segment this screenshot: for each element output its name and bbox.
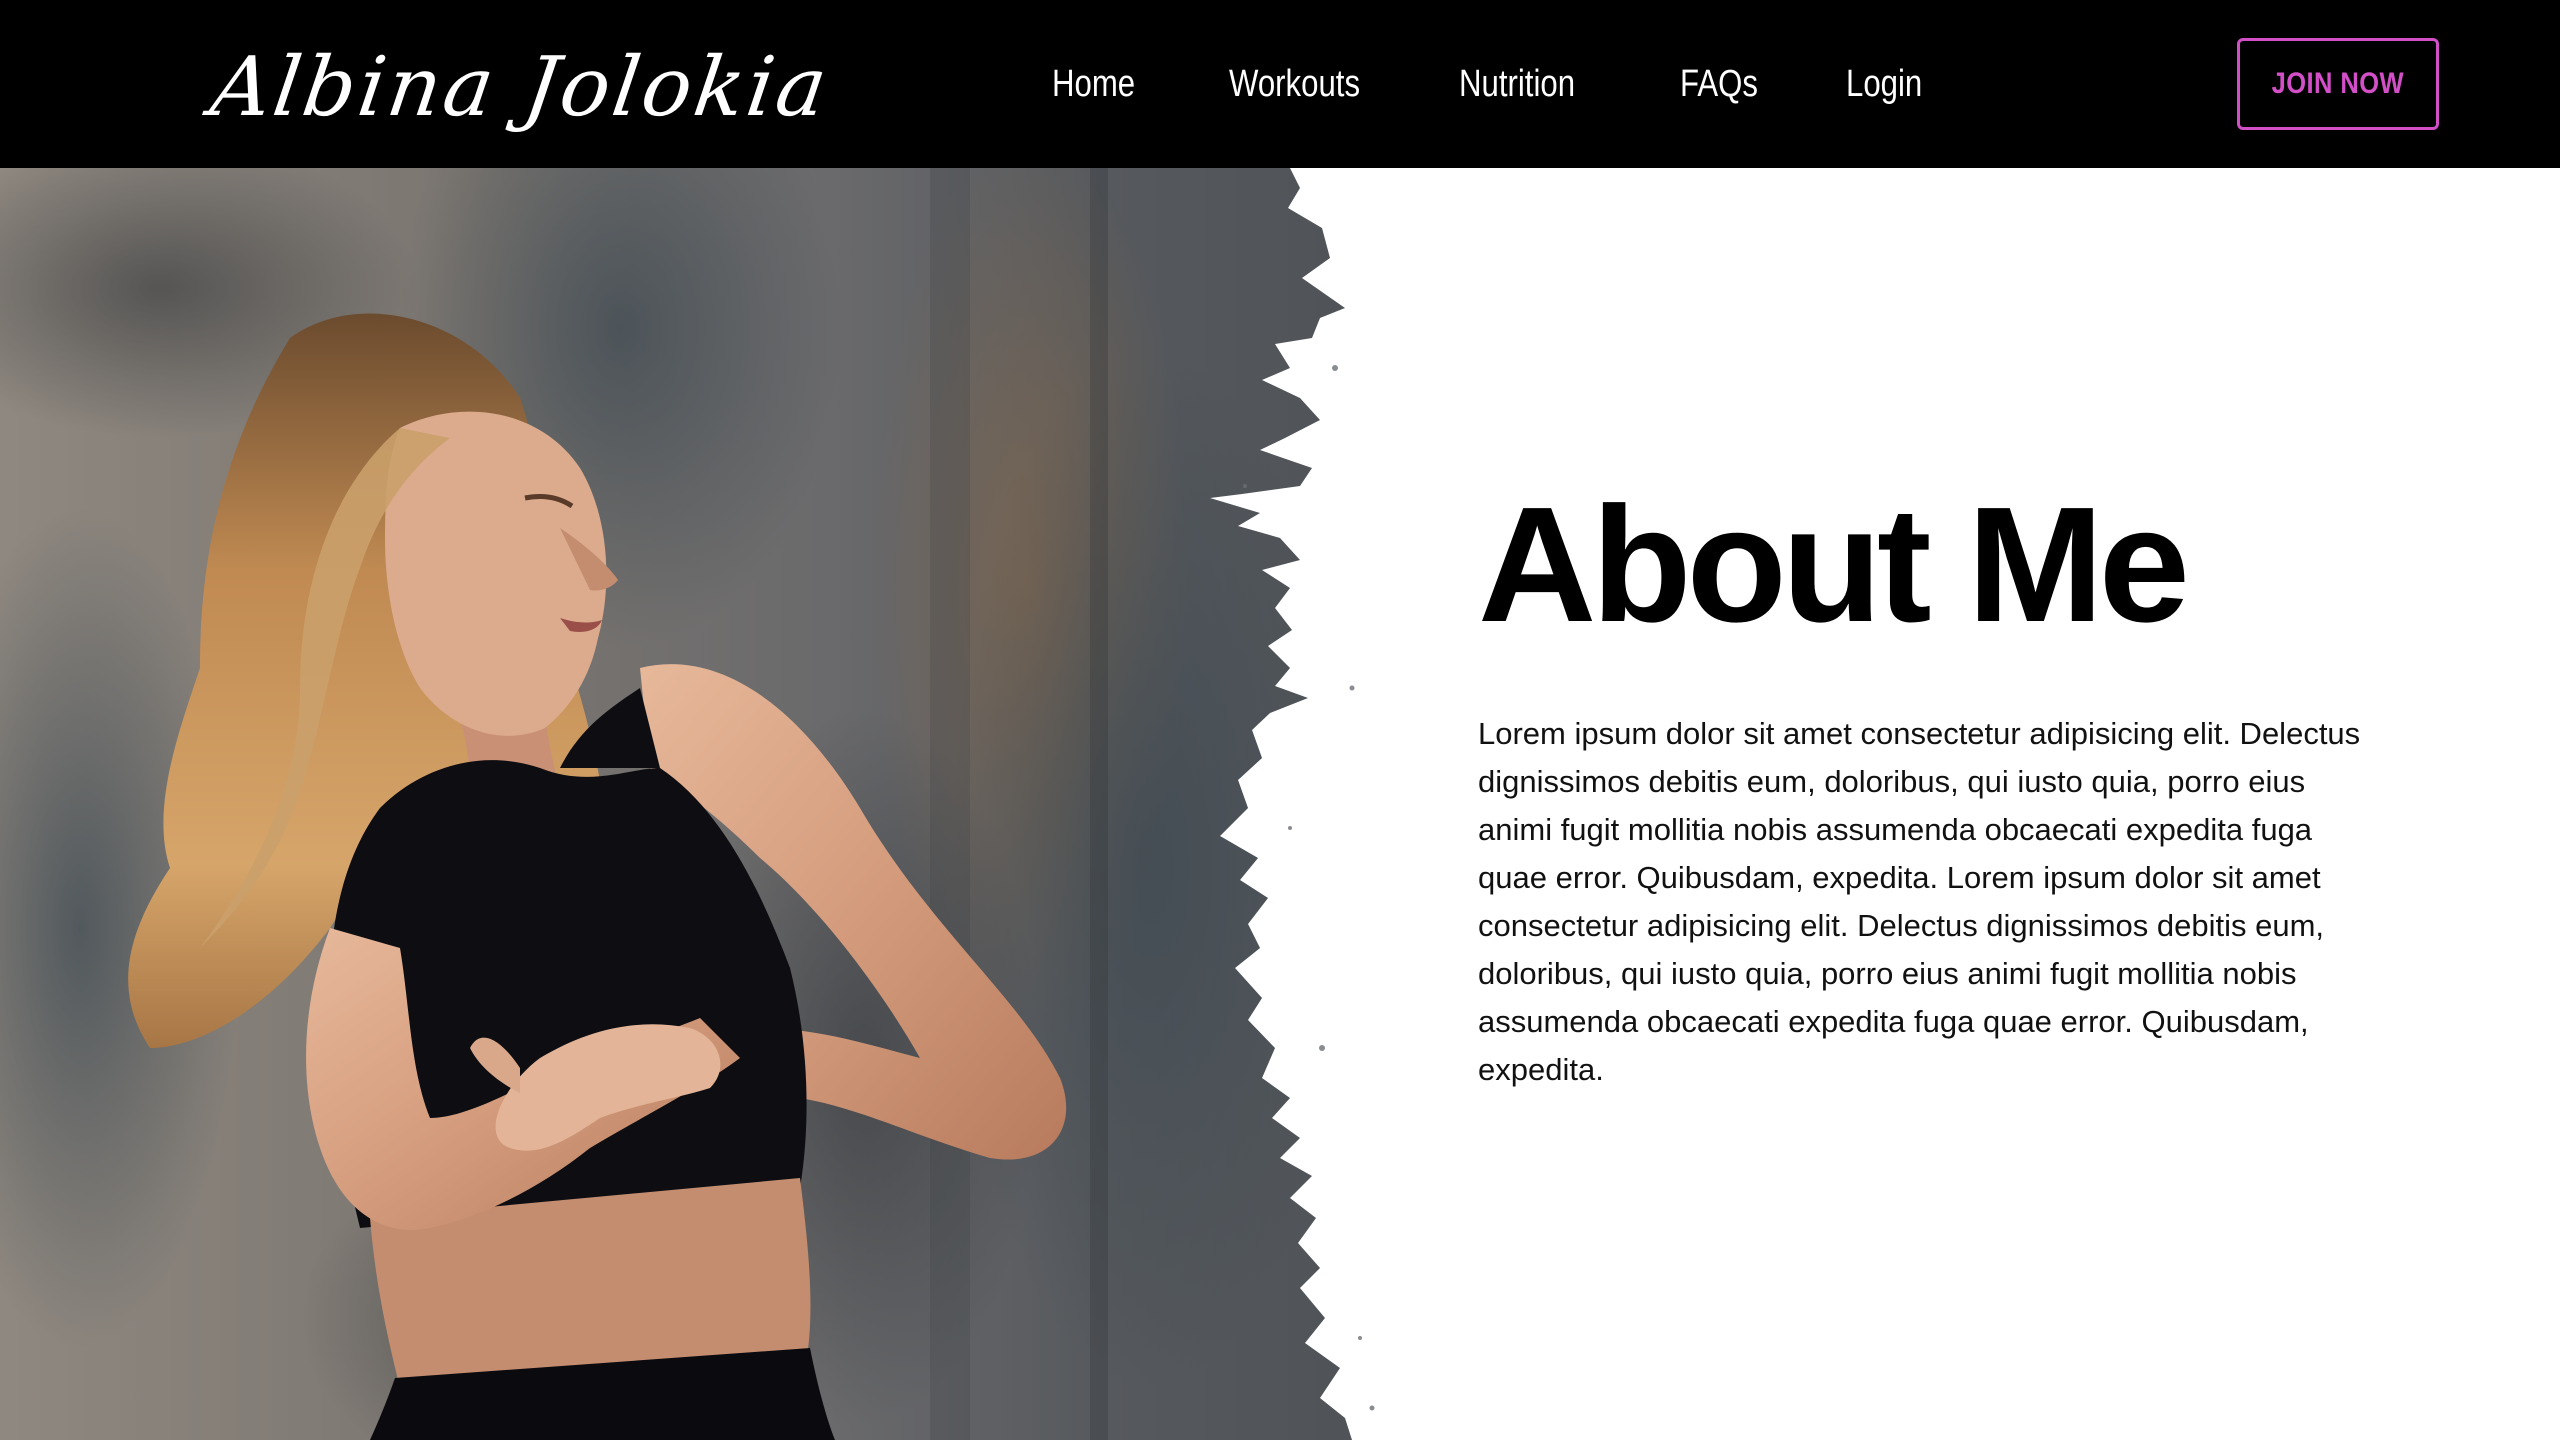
hero-photo: [0, 168, 1380, 1440]
top-navbar: Albina Jolokia Home Workouts Nutrition F…: [0, 0, 2560, 168]
nav-link-login[interactable]: Login: [1846, 44, 1922, 124]
about-heading: About Me: [1478, 473, 2190, 656]
athlete-photo: [0, 168, 1375, 1440]
about-paragraph: Lorem ipsum dolor sit amet consectetur a…: [1478, 716, 2361, 1087]
nav-link-home[interactable]: Home: [1052, 44, 1135, 124]
join-now-label: JOIN NOW: [2271, 67, 2405, 100]
nav-link-faqs[interactable]: FAQs: [1680, 44, 1758, 124]
nav-link-nutrition[interactable]: Nutrition: [1459, 44, 1575, 124]
brand-logo[interactable]: Albina Jolokia: [204, 28, 837, 148]
about-section: About Me Lorem ipsum dolor sit amet cons…: [1478, 470, 2378, 1094]
join-now-button[interactable]: JOIN NOW: [2237, 38, 2439, 130]
nav-link-workouts[interactable]: Workouts: [1229, 44, 1360, 124]
